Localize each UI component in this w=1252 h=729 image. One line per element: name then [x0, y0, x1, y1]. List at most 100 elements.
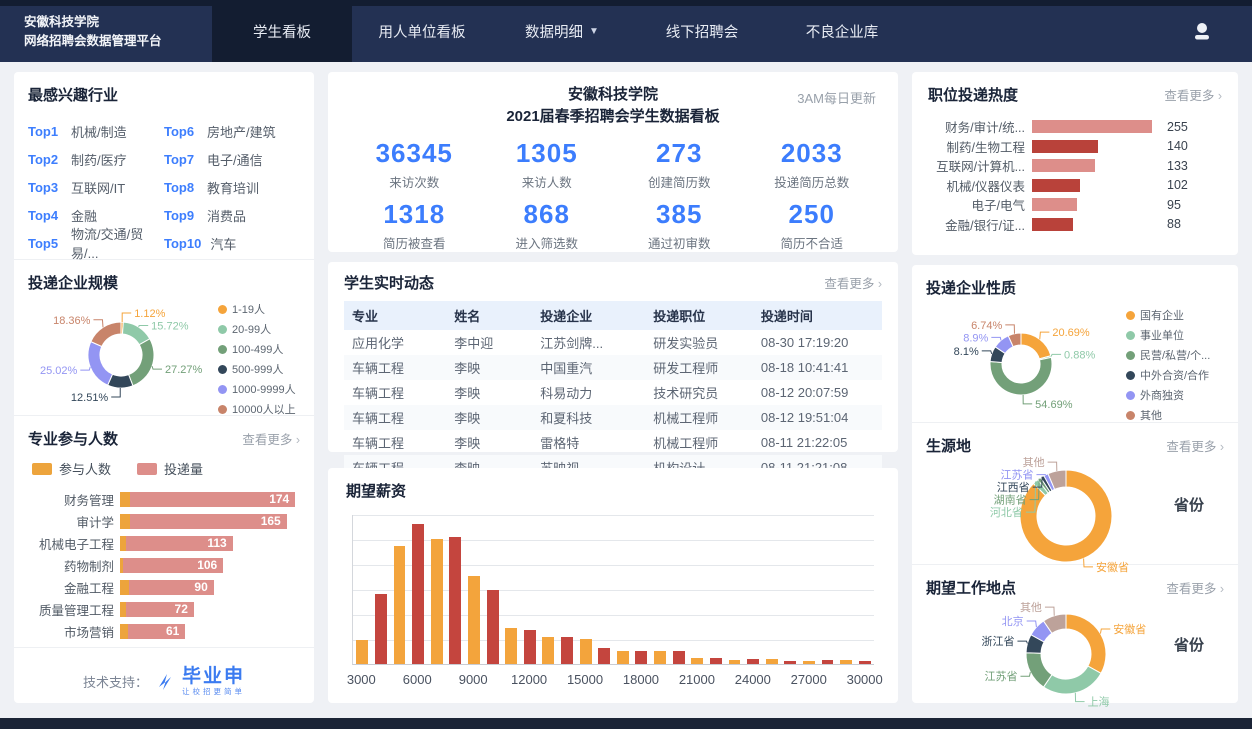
dashboard-content: 最感兴趣行业 Top1机械/制造Top2制药/医疗Top3互联网/ITTop4金…	[14, 72, 1238, 703]
legend-item-10000人以上: 10000人以上	[218, 401, 296, 417]
job-heat-category: 制药/生物工程	[928, 137, 1032, 156]
salary-bar-slot	[800, 515, 819, 664]
view-more-link[interactable]: 查看更多	[1166, 578, 1224, 597]
salary-bar	[580, 639, 592, 664]
view-more-link[interactable]: 查看更多	[824, 273, 882, 292]
view-more-link[interactable]: 查看更多	[242, 429, 300, 448]
section-major-participation: 专业参与人数 查看更多 参与人数投递量 财务管理174审计学165机械电子工程1…	[14, 416, 314, 648]
stat-2: 1305来访人数	[481, 138, 614, 191]
salary-bar-slot	[707, 515, 726, 664]
majors-value-label: 174	[269, 492, 289, 506]
job-heat-category: 互联网/计算机...	[928, 156, 1032, 175]
job-heat-value: 102	[1167, 178, 1188, 192]
interest-rank-label: Top10	[164, 236, 201, 251]
nav-tab-3[interactable]: 数据明细▼	[492, 0, 632, 62]
nav-tab-4[interactable]: 线下招聘会	[632, 0, 772, 62]
legend-item-外商独资: 外商独资	[1126, 387, 1210, 403]
interest-industry-label: 制药/医疗	[71, 150, 127, 169]
job-heat-bar-chart: 财务/审计/统...255制药/生物工程140互联网/计算机...133机械/仪…	[928, 117, 1222, 234]
table-cell: 研发实验员	[645, 330, 753, 355]
section-title: 学生实时动态	[344, 272, 434, 293]
tech-support-brand: 毕业申 让校招更简单	[182, 667, 245, 696]
table-cell: 雷格特	[532, 430, 645, 455]
interest-item-6: Top6房地产/建筑	[164, 117, 300, 145]
job-heat-track	[1032, 159, 1160, 172]
table-cell: 应用化学	[344, 330, 446, 355]
table-cell: 技术研究员	[645, 380, 753, 405]
legend-item-国有企业: 国有企业	[1126, 307, 1210, 323]
view-more-link[interactable]: 查看更多	[1164, 85, 1222, 104]
table-row-1: 应用化学李中迎江苏剑牌...研发实验员08-30 17:19:20	[344, 330, 882, 355]
salary-bar-slot	[539, 515, 558, 664]
job-heat-value: 140	[1167, 139, 1188, 153]
majors-legend-item: 投递量	[137, 459, 203, 478]
section-interest-industries: 最感兴趣行业 Top1机械/制造Top2制药/医疗Top3互联网/ITTop4金…	[14, 72, 314, 260]
job-heat-value: 88	[1167, 217, 1181, 231]
majors-row: 质量管理工程72	[28, 598, 300, 620]
majors-delivery-bar: 174	[130, 492, 295, 507]
salary-bar	[766, 659, 778, 664]
nav-tab-5[interactable]: 不良企业库	[772, 0, 912, 62]
nav-tab-label: 线下招聘会	[666, 21, 739, 42]
salary-x-tick: 24000	[735, 672, 771, 687]
majors-track: 61	[120, 624, 300, 639]
table-cell: 研发工程师	[645, 355, 753, 380]
donut-slice-100-499人	[129, 339, 154, 386]
salary-bar	[840, 660, 852, 664]
salary-bar	[505, 628, 517, 664]
interest-item-1: Top1机械/制造	[28, 117, 164, 145]
stat-3: 273创建简历数	[613, 138, 746, 191]
donut-label: 12.51%	[71, 392, 109, 404]
stat-value: 1318	[348, 199, 481, 230]
salary-x-tick: 9000	[459, 672, 488, 687]
nav-tab-label: 不良企业库	[806, 21, 879, 42]
job-heat-row: 金融/银行/证...88	[928, 215, 1222, 235]
interest-rank-label: Top3	[28, 180, 62, 195]
legend-dot-icon	[218, 405, 227, 414]
donut-slice-安徽省	[1066, 614, 1106, 673]
overview-stats-card: 安徽科技学院 2021届春季招聘会学生数据看板 3AM每日更新 36345来访次…	[328, 72, 898, 252]
job-heat-bar	[1032, 198, 1077, 211]
nav-tab-1[interactable]: 学生看板	[212, 0, 352, 62]
section-title: 职位投递热度	[928, 84, 1018, 105]
salary-bar	[598, 648, 610, 664]
stat-value: 250	[746, 199, 879, 230]
salary-bar	[356, 640, 368, 664]
salary-x-tick: 18000	[623, 672, 659, 687]
legend-swatch-icon	[137, 463, 157, 475]
salary-x-tick: 21000	[679, 672, 715, 687]
legend-dot-icon	[218, 365, 227, 374]
salary-bar	[542, 637, 554, 664]
job-heat-value: 255	[1167, 120, 1188, 134]
nav-tab-label: 学生看板	[253, 21, 311, 42]
interest-industry-label: 物流/交通/贸易/...	[71, 224, 164, 262]
salary-bar-slot	[744, 515, 763, 664]
salary-x-axis: 3000600090001200015000180002100024000270…	[352, 669, 874, 691]
job-heat-track	[1032, 218, 1160, 231]
table-cell: 车辆工程	[344, 355, 446, 380]
legend-dot-icon	[1126, 391, 1135, 400]
legend-item-1000-9999人: 1000-9999人	[218, 381, 296, 397]
bottom-bar	[0, 718, 1252, 729]
interest-industry-label: 电子/通信	[207, 150, 263, 169]
view-more-link[interactable]: 查看更多	[1166, 436, 1224, 455]
legend-label: 500-999人	[232, 361, 283, 377]
majors-track: 90	[120, 580, 300, 595]
donut-label: 1.12%	[134, 308, 165, 320]
salary-bar	[747, 659, 759, 664]
realtime-table: 专业姓名投递企业投递职位投递时间应用化学李中迎江苏剑牌...研发实验员08-30…	[344, 301, 882, 480]
salary-bar-slot	[837, 515, 856, 664]
salary-bar-slot	[576, 515, 595, 664]
interest-item-2: Top2制药/医疗	[28, 145, 164, 173]
nav-tab-2[interactable]: 用人单位看板	[352, 0, 492, 62]
salary-x-tick: 3000	[347, 672, 376, 687]
workplace-axis-label: 省份	[1174, 634, 1204, 655]
interest-industry-label: 教育培训	[207, 178, 259, 197]
stat-value: 2033	[746, 138, 879, 169]
realtime-activity-card: 学生实时动态 查看更多 专业姓名投递企业投递职位投递时间应用化学李中迎江苏剑牌.…	[328, 262, 898, 452]
stat-5: 1318简历被查看	[348, 199, 481, 252]
user-menu-button[interactable]	[1190, 0, 1214, 62]
salary-bar	[803, 661, 815, 664]
legend-dot-icon	[1126, 311, 1135, 320]
table-header-row: 专业姓名投递企业投递职位投递时间	[344, 301, 882, 330]
